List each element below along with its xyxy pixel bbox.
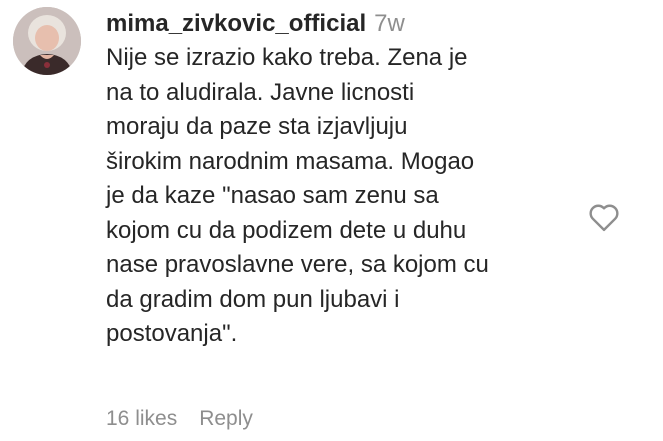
comment: mima_zivkovic_official 7w Nije se izrazio… [0, 0, 663, 441]
like-button[interactable] [586, 199, 622, 235]
comment-text-line: da gradim dom pun ljubavi i [106, 285, 400, 313]
comment-text-line: Nije se izrazio kako treba. Zena je [106, 44, 468, 71]
comment-text-line: postovanja". [106, 320, 238, 347]
avatar-image [13, 7, 81, 75]
avatar[interactable] [13, 7, 81, 75]
heart-outline-icon [589, 204, 619, 232]
reply-button[interactable]: Reply [199, 407, 253, 430]
comment-text-line: na to aludirala. Javne licnosti [106, 78, 415, 106]
comment-text-line: kojom cu da podizem dete u duhu [106, 216, 467, 244]
username-link[interactable]: mima_zivkovic_official [106, 10, 366, 37]
comment-text-line: nase pravoslavne vere, sa kojom cu [106, 251, 489, 278]
likes-count-button[interactable]: 16 likes [106, 407, 177, 430]
comment-text-line: moraju da paze sta izjavljuju [106, 113, 408, 140]
comment-header: mima_zivkovic_official 7w [106, 7, 576, 41]
comment-body: mima_zivkovic_official 7w Nije se izrazio… [106, 7, 576, 352]
comment-text-line: je da kaze "nasao sam zenu sa [106, 182, 439, 209]
comment-time: 7w [374, 10, 405, 37]
comment-footer: 16 likes Reply [106, 404, 253, 434]
comment-text-line: širokim narodnim masama. Mogao [106, 147, 475, 175]
